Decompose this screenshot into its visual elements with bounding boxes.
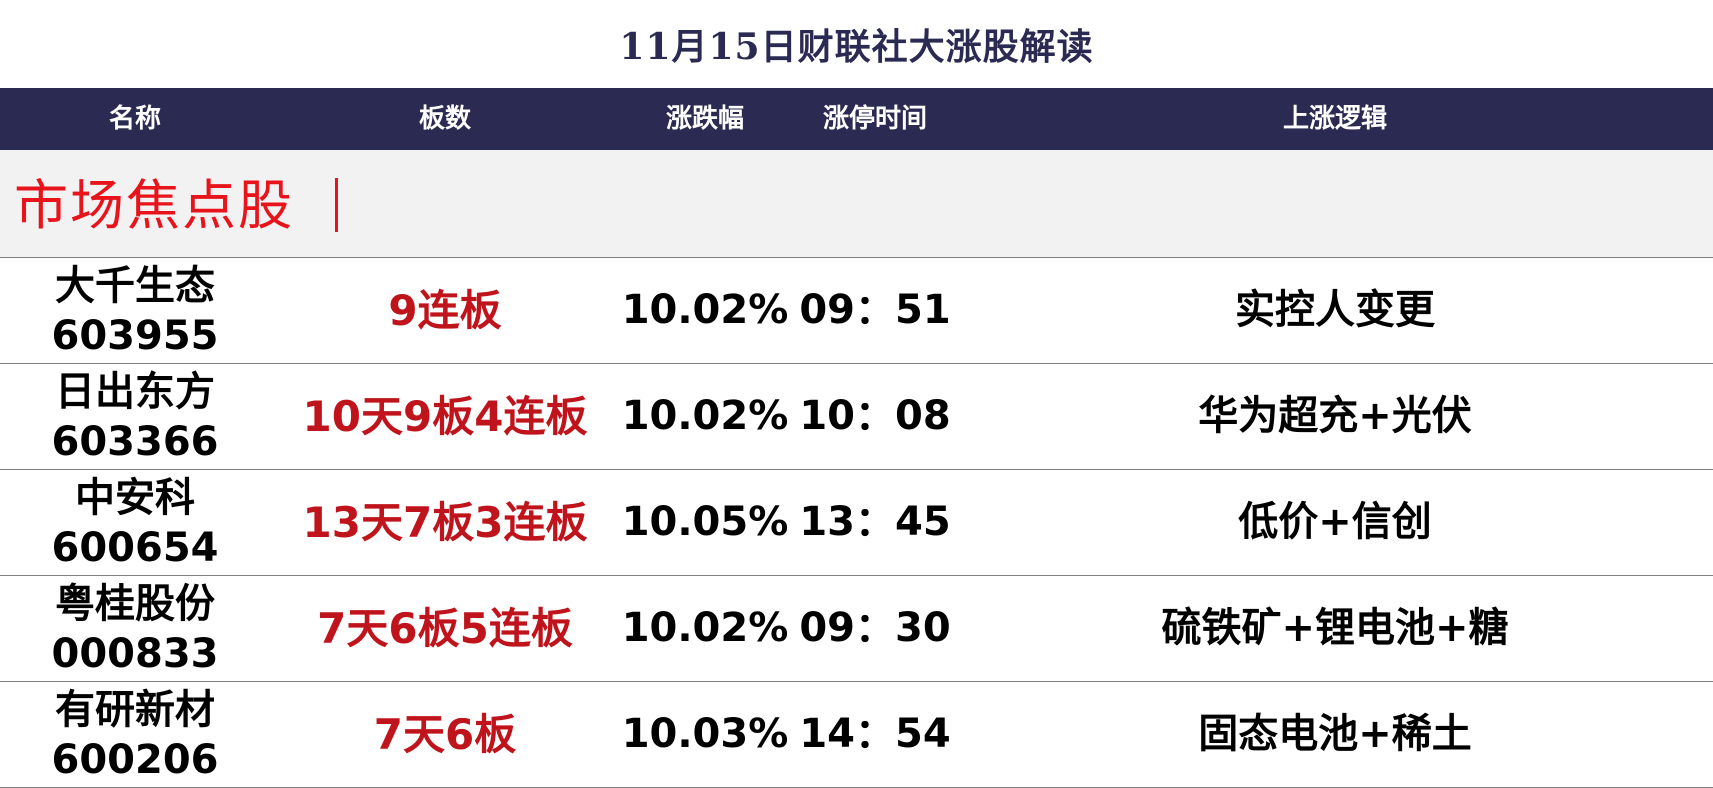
- stock-code: 603366: [51, 419, 219, 465]
- limit-time-cell: 09：51: [799, 287, 951, 333]
- change-cell: 10.05%: [621, 499, 789, 545]
- table-row: 有研新材 600206 7天6板 10.03% 14：54 固态电池+稀土: [0, 682, 1713, 788]
- stock-name-cell: 有研新材 600206: [0, 685, 270, 785]
- table-header: 名称 板数 涨跌幅 涨停时间 上涨逻辑: [0, 88, 1713, 150]
- stock-name-cell: 大千生态 603955: [0, 261, 270, 361]
- reason-cell: 低价+信创: [1238, 499, 1432, 545]
- stock-name-cell: 粤桂股份 000833: [0, 579, 270, 679]
- limit-time-cell: 10：08: [799, 393, 951, 439]
- reason-cell: 实控人变更: [1235, 287, 1435, 333]
- stock-name: 大千生态: [55, 263, 215, 309]
- stock-name: 日出东方: [55, 369, 215, 415]
- boards-cell: 10天9板4连板: [302, 392, 588, 441]
- stock-name-cell: 日出东方 603366: [0, 367, 270, 467]
- stock-name-cell: 中安科 600654: [0, 473, 270, 573]
- reason-cell: 华为超充+光伏: [1198, 393, 1472, 439]
- change-cell: 10.02%: [621, 393, 789, 439]
- stock-code: 603955: [51, 313, 219, 359]
- table-row: 日出东方 603366 10天9板4连板 10.02% 10：08 华为超充+光…: [0, 364, 1713, 470]
- column-header-change: 涨跌幅: [665, 104, 744, 134]
- stock-name: 有研新材: [55, 687, 215, 733]
- limit-time-cell: 09：30: [799, 605, 951, 651]
- boards-cell: 9连板: [388, 286, 502, 335]
- page-title: 11月15日财联社大涨股解读: [619, 26, 1094, 68]
- section-divider: [335, 178, 338, 232]
- column-header-reason: 上涨逻辑: [1282, 104, 1387, 134]
- stock-name: 中安科: [75, 475, 195, 521]
- table-row: 粤桂股份 000833 7天6板5连板 10.02% 09：30 硫铁矿+锂电池…: [0, 576, 1713, 682]
- table-row: 大千生态 603955 9连板 10.02% 09：51 实控人变更: [0, 258, 1713, 364]
- stock-code: 000833: [51, 631, 219, 677]
- reason-cell: 硫铁矿+锂电池+糖: [1161, 605, 1509, 651]
- change-cell: 10.03%: [621, 711, 789, 757]
- boards-cell: 7天6板5连板: [317, 604, 573, 653]
- table-row: 中安科 600654 13天7板3连板 10.05% 13：45 低价+信创: [0, 470, 1713, 576]
- stock-code: 600206: [51, 737, 219, 783]
- section-header: 市场焦点股: [0, 150, 1713, 258]
- boards-cell: 7天6板: [373, 710, 517, 759]
- change-cell: 10.02%: [621, 605, 789, 651]
- stock-name: 粤桂股份: [55, 581, 215, 627]
- column-header-limit-time: 涨停时间: [822, 104, 927, 134]
- column-header-boards: 板数: [418, 104, 471, 134]
- column-header-name: 名称: [108, 104, 161, 134]
- reason-cell: 固态电池+稀土: [1198, 711, 1472, 757]
- stock-code: 600654: [51, 525, 219, 571]
- boards-cell: 13天7板3连板: [302, 498, 588, 547]
- limit-time-cell: 13：45: [799, 499, 951, 545]
- section-label: 市场焦点股: [14, 174, 294, 237]
- change-cell: 10.02%: [621, 287, 789, 333]
- limit-time-cell: 14：54: [799, 711, 951, 757]
- stock-table: 大千生态 603955 9连板 10.02% 09：51 实控人变更 日出东方 …: [0, 258, 1713, 788]
